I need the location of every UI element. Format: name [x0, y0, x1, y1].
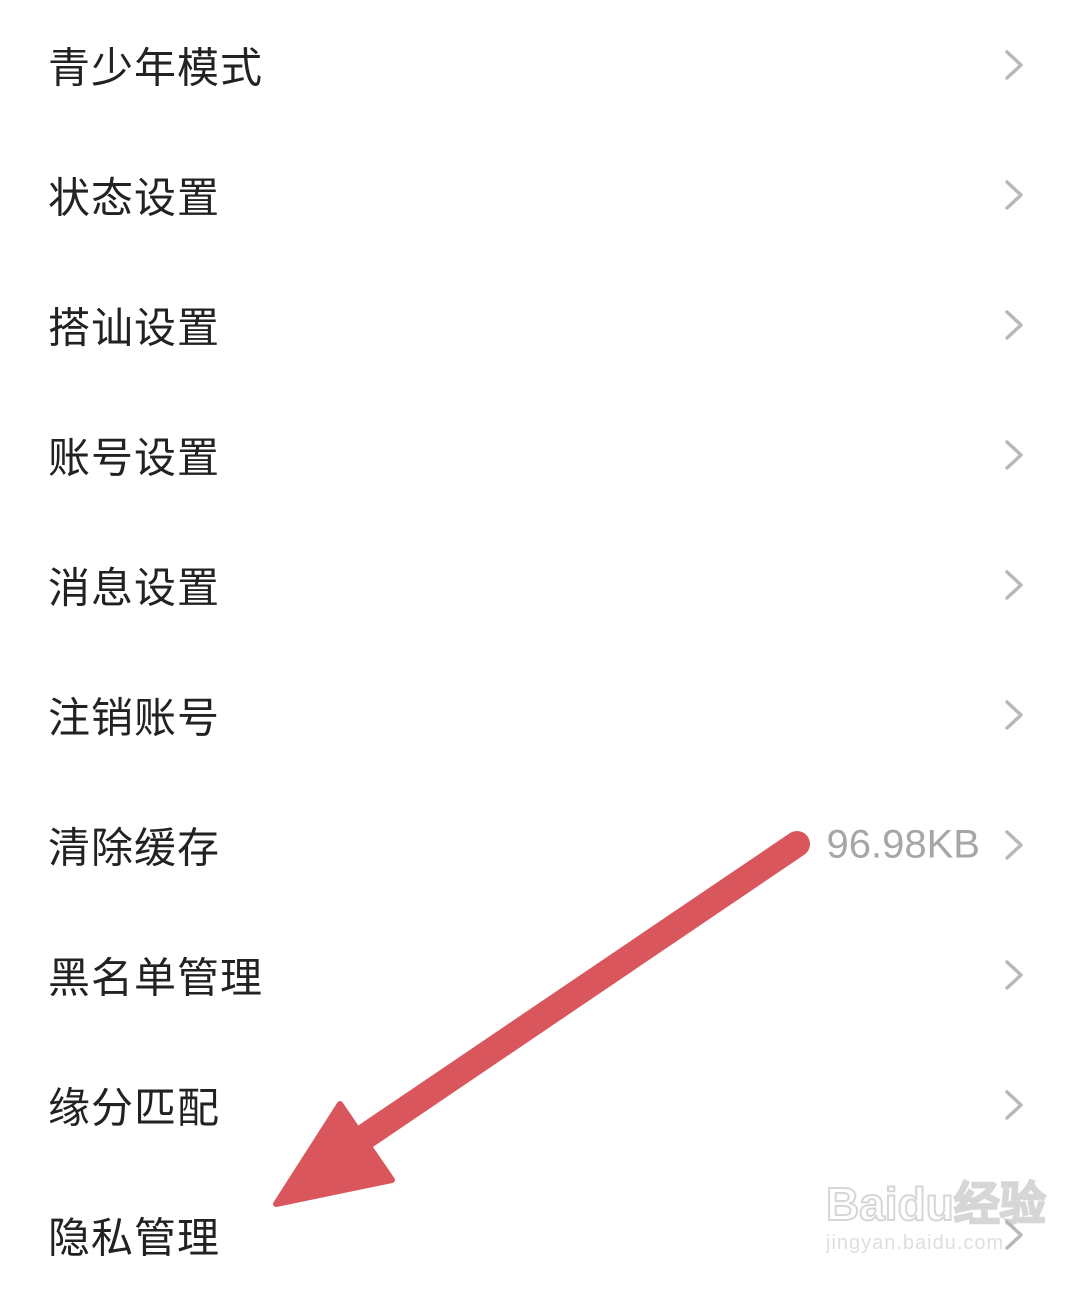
settings-item-account[interactable]: 账号设置 [0, 390, 1076, 520]
chevron-right-icon [1005, 180, 1023, 210]
settings-item-label: 注销账号 [48, 693, 221, 743]
settings-item-privacy[interactable]: 隐私管理 [0, 1170, 1076, 1300]
chevron-right-icon [1005, 310, 1023, 340]
settings-item-label: 搭讪设置 [48, 303, 221, 353]
settings-item-label: 隐私管理 [48, 1213, 221, 1263]
chevron-right-icon [1005, 830, 1023, 860]
settings-item-delete-account[interactable]: 注销账号 [0, 650, 1076, 780]
settings-item-label: 缘分匹配 [48, 1083, 221, 1133]
settings-item-label: 黑名单管理 [48, 953, 264, 1003]
chevron-right-icon [1005, 1220, 1023, 1250]
settings-item-label: 账号设置 [48, 433, 221, 483]
chevron-right-icon [1005, 960, 1023, 990]
settings-item-label: 青少年模式 [48, 43, 264, 93]
settings-list: 青少年模式 状态设置 搭讪设置 账号设置 消息设置 注销账号 清除缓存 96.9… [0, 0, 1076, 1284]
settings-item-clear-cache[interactable]: 清除缓存 96.98KB [0, 780, 1076, 910]
chevron-right-icon [1005, 570, 1023, 600]
chevron-right-icon [1005, 1090, 1023, 1120]
cache-size-value: 96.98KB [826, 822, 980, 867]
settings-item-label: 状态设置 [48, 173, 221, 223]
chevron-right-icon [1005, 700, 1023, 730]
settings-item-label: 消息设置 [48, 563, 221, 613]
settings-item-message[interactable]: 消息设置 [0, 520, 1076, 650]
settings-item-status[interactable]: 状态设置 [0, 130, 1076, 260]
settings-item-label: 清除缓存 [48, 823, 221, 873]
chevron-right-icon [1005, 440, 1023, 470]
settings-item-youth-mode[interactable]: 青少年模式 [0, 0, 1076, 130]
settings-item-blacklist[interactable]: 黑名单管理 [0, 910, 1076, 1040]
settings-item-greeting[interactable]: 搭讪设置 [0, 260, 1076, 390]
settings-item-match[interactable]: 缘分匹配 [0, 1040, 1076, 1170]
chevron-right-icon [1005, 50, 1023, 80]
